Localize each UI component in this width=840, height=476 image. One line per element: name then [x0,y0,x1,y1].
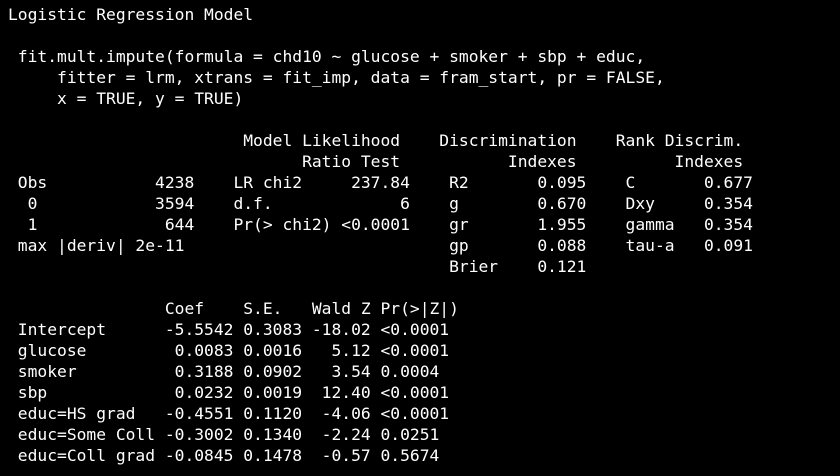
stats-header-1: Model Likelihood Discrimination Rank Dis… [8,131,744,150]
call-line-2: fitter = lrm, xtrans = fit_imp, data = f… [8,68,665,87]
coef-table-header: Coef S.E. Wald Z Pr(>|Z|) [8,299,459,318]
coef-row-educ-some-coll: educ=Some Coll -0.3002 0.1340 -2.24 0.02… [8,425,440,444]
coef-row-intercept: Intercept -5.5542 0.3083 -18.02 <0.0001 [8,320,450,339]
stats-header-2: Ratio Test Indexes Indexes [8,152,744,171]
stats-row-obs: Obs 4238 LR chi2 237.84 R2 0.095 C 0.677 [8,173,753,192]
coef-row-educ-hs-grad: educ=HS grad -0.4551 0.1120 -4.06 <0.000… [8,404,450,423]
call-line-3: x = TRUE, y = TRUE) [8,89,244,108]
coef-row-glucose: glucose 0.0083 0.0016 5.12 <0.0001 [8,341,450,360]
stats-row-0: 0 3594 d.f. 6 g 0.670 Dxy 0.354 [8,194,753,213]
coef-row-educ-coll-grad: educ=Coll grad -0.0845 0.1478 -0.57 0.56… [8,446,440,465]
coef-row-smoker: smoker 0.3188 0.0902 3.54 0.0004 [8,362,440,381]
stats-row-1: 1 644 Pr(> chi2) <0.0001 gr 1.955 gamma … [8,215,753,234]
call-line-1: fit.mult.impute(formula = chd10 ~ glucos… [8,47,646,66]
stats-row-max-deriv: max |deriv| 2e-11 gp 0.088 tau-a 0.091 [8,236,753,255]
output-title: Logistic Regression Model [8,5,254,24]
stats-row-brier: Brier 0.121 [8,257,587,276]
coef-row-sbp: sbp 0.0232 0.0019 12.40 <0.0001 [8,383,450,402]
console-output: Logistic Regression Model fit.mult.imput… [0,0,840,476]
